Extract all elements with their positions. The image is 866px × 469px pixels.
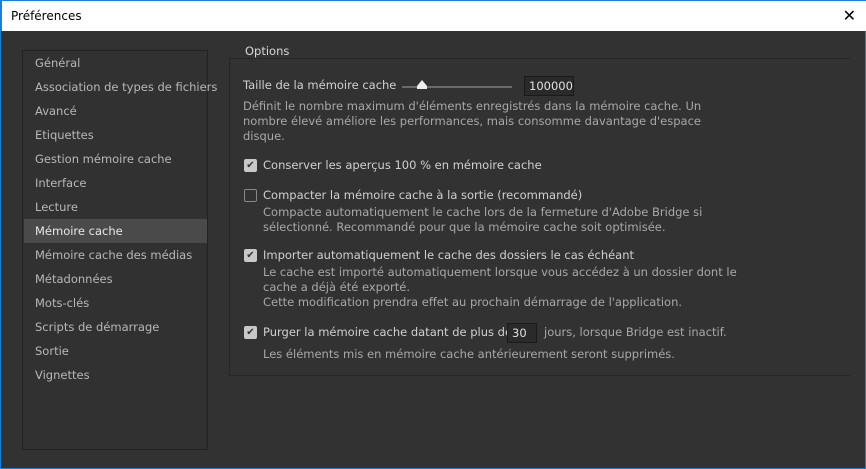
title-bar: Préférences ✕ [1, 0, 866, 31]
desc-line: Le cache est importé automatiquement lor… [263, 265, 737, 279]
preferences-sidebar: Général Association de types de fichiers… [22, 50, 217, 450]
sidebar-item-cache[interactable]: Mémoire cache [24, 219, 207, 243]
sidebar-item-startup-scripts[interactable]: Scripts de démarrage [24, 315, 207, 339]
sidebar-item-file-types[interactable]: Association de types de fichiers [24, 75, 217, 99]
sidebar-item-thumbnails[interactable]: Vignettes [24, 363, 207, 387]
desc-line: cache a déjà été exporté. [263, 280, 410, 294]
keep-previews-label[interactable]: Conserver les aperçus 100 % en mémoire c… [263, 158, 542, 172]
desc-line: Compacte automatiquement le cache lors d… [263, 205, 703, 219]
cache-size-input[interactable]: 100000 [524, 76, 574, 96]
desc-line: nombre élevé améliore les performances, … [243, 114, 701, 128]
purge-cache-checkbox[interactable]: ✔ [244, 326, 257, 339]
compact-label[interactable]: Compacter la mémoire cache à la sortie (… [263, 188, 582, 202]
cache-size-label: Taille de la mémoire cache [243, 78, 397, 92]
sidebar-item-advanced[interactable]: Avancé [24, 99, 207, 123]
purge-cache-label[interactable]: Purger la mémoire cache datant de plus d… [263, 325, 512, 339]
slider-thumb-base[interactable] [417, 86, 427, 89]
sidebar-item-general[interactable]: Général [24, 51, 207, 75]
sidebar-item-keywords[interactable]: Mots-clés [24, 291, 207, 315]
purge-days-suffix: jours, lorsque Bridge est inactif. [544, 325, 727, 339]
sidebar-item-labels[interactable]: Etiquettes [24, 123, 207, 147]
sidebar-item-output[interactable]: Sortie [24, 339, 207, 363]
sidebar-item-media-cache[interactable]: Mémoire cache des médias [24, 243, 207, 267]
compact-checkbox[interactable] [244, 189, 257, 202]
desc-line: Définit le nombre maximum d'éléments enr… [243, 99, 702, 113]
desc-line: Cette modification prendra effet au proc… [263, 295, 683, 309]
desc-line: disque. [243, 129, 285, 143]
purge-cache-description: Les éléments mis en mémoire cache antéri… [263, 347, 675, 361]
compact-description: Compacte automatiquement le cache lors d… [263, 205, 702, 235]
sidebar-item-interface[interactable]: Interface [24, 171, 207, 195]
sidebar-item-metadata[interactable]: Métadonnées [24, 267, 207, 291]
import-cache-checkbox[interactable]: ✔ [244, 249, 257, 262]
import-cache-label[interactable]: Importer automatiquement le cache des do… [263, 248, 634, 262]
keep-previews-checkbox[interactable]: ✔ [244, 159, 257, 172]
sidebar-item-cache-management[interactable]: Gestion mémoire cache [24, 147, 207, 171]
window-title: Préférences [11, 9, 82, 23]
import-cache-description: Le cache est importé automatiquement lor… [263, 265, 737, 310]
options-legend: Options [241, 44, 294, 58]
cache-size-description: Définit le nombre maximum d'éléments enr… [243, 99, 701, 144]
desc-line: sélectionné. Recommandé pour que la mémo… [263, 220, 666, 234]
close-icon[interactable]: ✕ [843, 6, 856, 25]
sidebar-item-playback[interactable]: Lecture [24, 195, 207, 219]
purge-days-input[interactable]: 30 [507, 323, 537, 343]
